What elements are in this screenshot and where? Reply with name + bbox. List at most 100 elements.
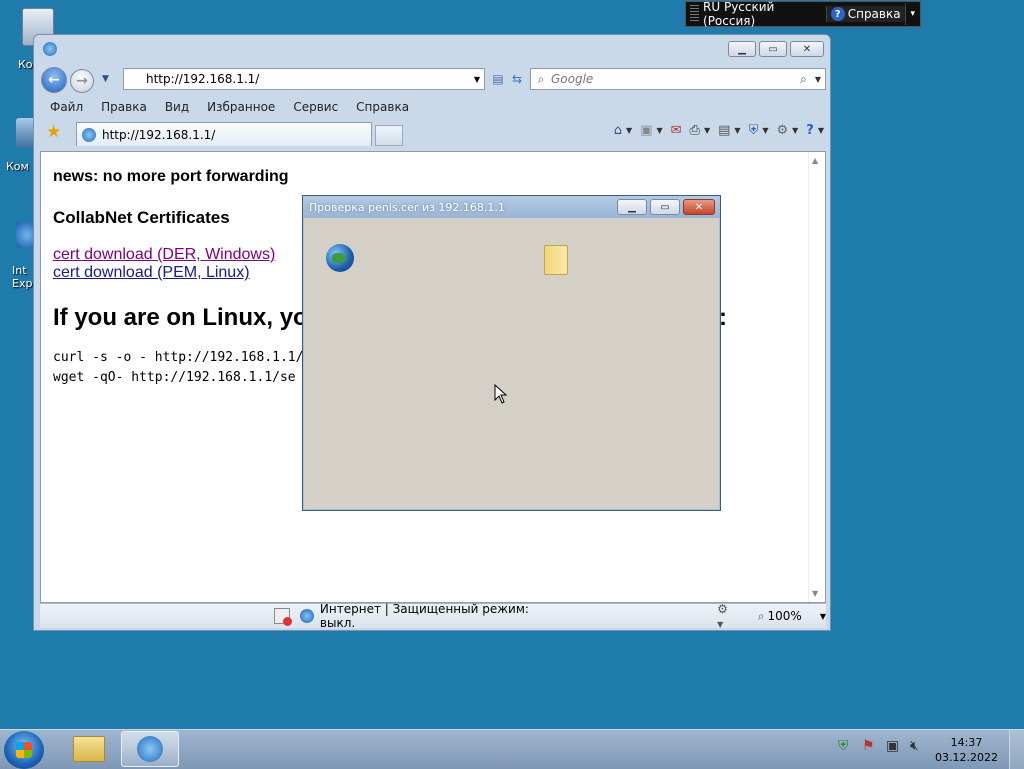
print-button[interactable]: ⎙ ▼ — [690, 123, 711, 138]
recent-pages-dropdown-icon[interactable]: ▼ — [102, 74, 109, 84]
ie-titlebar[interactable]: ▁ ▭ ✕ — [34, 35, 830, 65]
safety-dropdown-icon[interactable]: ▼ — [762, 126, 768, 135]
scroll-up-icon[interactable]: ▲ — [812, 156, 818, 165]
ie-taskbar-icon — [137, 736, 163, 762]
rss-icon: ▣ — [640, 123, 653, 138]
help-circle-icon: ? — [806, 123, 814, 138]
compatibility-view-icon[interactable]: ▤ — [488, 69, 508, 89]
new-tab-button[interactable] — [375, 125, 403, 146]
search-options-icon[interactable]: ▼ — [815, 75, 821, 84]
refresh-icon[interactable]: ⇆ — [507, 69, 527, 89]
zoom-level: 100% — [767, 609, 802, 623]
start-button[interactable] — [4, 731, 44, 769]
search-box[interactable]: ⌕ Google ⌕ ▼ — [530, 68, 826, 90]
clock-time: 14:37 — [950, 736, 983, 749]
show-desktop-button[interactable] — [1009, 730, 1024, 769]
address-dropdown-icon[interactable]: ▼ — [470, 75, 484, 84]
menu-file[interactable]: Файл — [50, 100, 83, 114]
mail-icon: ✉ — [670, 123, 682, 138]
page-button[interactable]: ▤ ▼ — [718, 123, 740, 138]
tools-button[interactable]: ⚙ ▼ — [776, 123, 798, 138]
clock-date: 03.12.2022 — [935, 751, 998, 764]
langbar-options-icon[interactable]: ▾ — [904, 3, 920, 25]
home-dropdown-icon[interactable]: ▼ — [626, 126, 632, 135]
taskbar: ⛨ ⚑ ▣ 🔇︎ 14:37 03.12.2022 — [0, 729, 1024, 769]
help-icon: ? — [830, 7, 845, 21]
home-icon: ⌂ — [613, 123, 623, 138]
network-tray-icon[interactable]: ▣ — [886, 738, 899, 754]
language-indicator[interactable]: RU Русский (Россия) — [703, 0, 818, 28]
help-label: Справка — [847, 7, 901, 21]
grip-icon[interactable] — [690, 5, 700, 23]
zoom-control[interactable]: ⌕ 100% ▼ — [758, 609, 826, 624]
minimize-icon: ▁ — [628, 201, 636, 213]
help-button[interactable]: ? Справка — [825, 6, 905, 22]
menu-tools[interactable]: Сервис — [293, 100, 338, 114]
internet-zone-icon — [299, 609, 314, 623]
taskbar-ie-button[interactable] — [121, 731, 179, 767]
feeds-dropdown-icon[interactable]: ▼ — [656, 126, 662, 135]
taskbar-explorer-button[interactable] — [60, 731, 118, 767]
command-bar: ⌂ ▼ ▣ ▼ ✉ ⎙ ▼ ▤ ▼ ⛨ ▼ ⚙ ▼ ? ▼ — [606, 123, 824, 138]
cert-pem-link[interactable]: cert download (PEM, Linux) — [53, 264, 250, 282]
ie-window-controls: ▁ ▭ ✕ — [725, 41, 824, 57]
zoom-icon: ⌕ — [757, 608, 765, 623]
help-dropdown-icon[interactable]: ▼ — [818, 126, 824, 135]
scroll-down-icon[interactable]: ▼ — [812, 589, 818, 598]
menu-bar: Файл Правка Вид Избранное Сервис Справка — [40, 97, 826, 117]
vertical-scrollbar[interactable]: ▲ ▼ — [808, 152, 825, 602]
close-icon: ✕ — [802, 43, 812, 55]
address-bar[interactable]: http://192.168.1.1/ ▼ — [123, 68, 485, 90]
mail-button[interactable]: ✉ — [671, 123, 682, 138]
protected-mode-icon[interactable]: ⚙ ▼ — [717, 602, 738, 630]
globe-icon — [326, 244, 354, 272]
forward-arrow-icon: → — [76, 73, 88, 89]
maximize-icon: ▭ — [768, 43, 778, 55]
shield-icon: ⛨ — [748, 123, 759, 138]
back-button[interactable]: ← — [41, 67, 67, 93]
mouse-cursor-icon — [494, 384, 508, 404]
zone-status[interactable]: Интернет | Защищенный режим: выкл. — [320, 602, 567, 630]
maximize-icon: ▭ — [660, 201, 670, 213]
cert-der-link[interactable]: cert download (DER, Windows) — [53, 246, 275, 264]
print-icon: ⎙ — [689, 123, 700, 138]
tools-dropdown-icon[interactable]: ▼ — [792, 126, 798, 135]
close-button[interactable]: ✕ — [790, 41, 824, 57]
menu-favorites[interactable]: Избранное — [207, 100, 275, 114]
status-bar: Интернет | Защищенный режим: выкл. ⚙ ▼ ⌕… — [40, 602, 826, 630]
feeds-button[interactable]: ▣ ▼ — [640, 123, 662, 138]
minimize-button[interactable]: ▁ — [728, 41, 756, 57]
dialog-maximize-button[interactable]: ▭ — [650, 199, 680, 215]
menu-edit[interactable]: Правка — [101, 100, 147, 114]
tab-current[interactable]: http://192.168.1.1/ — [76, 122, 372, 146]
favorites-star-icon[interactable]: ★ — [46, 122, 61, 142]
address-url[interactable]: http://192.168.1.1/ — [124, 72, 470, 86]
dialog-close-button[interactable]: ✕ — [683, 199, 715, 215]
safety-button[interactable]: ⛨ ▼ — [749, 123, 769, 138]
search-icon[interactable]: ⌕ — [800, 72, 807, 87]
search-engine-icon: ⌕ — [537, 71, 545, 86]
volume-muted-tray-icon[interactable]: 🔇︎ — [910, 738, 919, 754]
flag-tray-icon[interactable]: ⚑ — [862, 738, 875, 754]
forward-button[interactable]: → — [70, 69, 94, 93]
maximize-button[interactable]: ▭ — [759, 41, 787, 57]
dialog-window-controls: ▁ ▭ ✕ — [614, 199, 715, 215]
folder-taskbar-icon — [73, 736, 105, 762]
collabnet-heading: CollabNet Certificates — [53, 208, 230, 227]
home-button[interactable]: ⌂ ▼ — [614, 123, 632, 138]
menu-view[interactable]: Вид — [165, 100, 189, 114]
clock[interactable]: 14:37 03.12.2022 — [935, 735, 998, 765]
menu-help[interactable]: Справка — [356, 100, 409, 114]
back-arrow-icon: ← — [48, 72, 60, 88]
navigation-bar: ← → ▼ http://192.168.1.1/ ▼ ▤ ⇆ ✕ ⌕ Goog… — [40, 67, 826, 93]
close-icon: ✕ — [694, 201, 704, 213]
page-dropdown-icon[interactable]: ▼ — [734, 126, 740, 135]
zoom-dropdown-icon[interactable]: ▼ — [820, 612, 826, 621]
minimize-icon: ▁ — [738, 43, 746, 55]
help-menu-button[interactable]: ? ▼ — [806, 123, 824, 138]
linux-heading: If you are on Linux, yo — [53, 304, 308, 331]
print-dropdown-icon[interactable]: ▼ — [704, 126, 710, 135]
security-tray-icon[interactable]: ⛨ — [838, 738, 849, 754]
dialog-minimize-button[interactable]: ▁ — [617, 199, 647, 215]
folder-icon — [544, 245, 568, 275]
